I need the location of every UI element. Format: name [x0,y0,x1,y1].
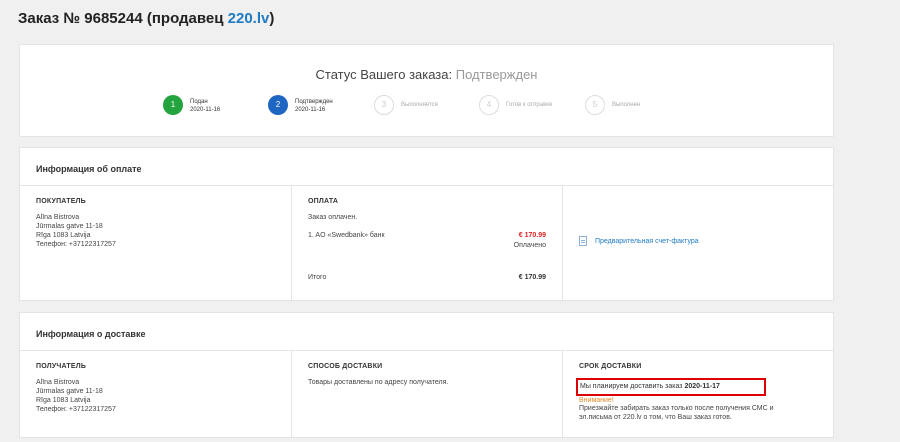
step-number-circle: 5 [585,95,605,115]
proforma-invoice-link[interactable]: Предварительная счет-фактура [579,236,699,246]
total-value: € 170.99 [518,274,546,281]
attention-label: Внимание! [579,397,614,404]
step-name: Выполнен [612,102,641,108]
pickup-note-line2: эл.письма от 220.lv о том, что Ваш заказ… [579,414,732,421]
planned-delivery-text: Мы планируем доставить заказ [580,383,685,390]
delivery-method-text: Товары доставлены по адресу получателя. [308,379,449,386]
delivery-term-column: СРОК ДОСТАВКИ Мы планируем доставить зак… [563,351,833,437]
buyer-city: Rīga 1083 Latvija [36,232,91,239]
planned-delivery-highlight: Мы планируем доставить заказ 2020-11-17 [576,378,766,396]
recipient-street: Jūrmalas gatve 11-18 [36,388,103,395]
invoice-link-text[interactable]: Предварительная счет-фактура [595,238,699,245]
pickup-note-line1: Приезжайте забирать заказ только после п… [579,405,774,412]
recipient-column: ПОЛУЧАТЕЛЬ Alīna Bistrova Jūrmalas gatve… [20,351,292,437]
buyer-name: Alīna Bistrova [36,214,80,221]
page-title: Заказ № 9685244 (продавец 220.lv) [18,10,274,27]
seller-link[interactable]: 220.lv [228,10,270,27]
delivery-method-column: СПОСОБ ДОСТАВКИ Товары доставлены по адр… [292,351,563,437]
payment-total-row: Итого € 170.99 [308,274,546,281]
payment-title: ОПЛАТА [308,198,339,205]
status-label: Статус Вашего заказа: [315,67,456,82]
order-title-text: Заказ № 9685244 (продавец [18,10,228,27]
payment-amount-status: Оплачено [513,242,546,249]
delivery-info-card: Информация о доставке ПОЛУЧАТЕЛЬ Alīna B… [19,312,834,438]
step-number-circle: 4 [479,95,499,115]
recipient-phone: Телефон: +37122317257 [36,406,116,413]
invoice-column: Предварительная счет-фактура [563,186,833,300]
status-value: Подтвержден [455,67,538,82]
step-number-circle: 2 [268,95,288,115]
payment-method: 1. AO «Swedbank» банк [308,232,385,239]
planned-delivery-date: 2020-11-17 [684,383,720,390]
step-name: Готов к отправке [506,102,553,108]
buyer-title: ПОКУПАТЕЛЬ [36,198,86,205]
step-date: 2020-11-16 [295,107,326,113]
recipient-title: ПОЛУЧАТЕЛЬ [36,363,87,370]
payment-status: Заказ оплачен. [308,214,358,221]
delivery-info-header: Информация о доставке [20,313,833,351]
step-name: Подтвержден [295,99,333,105]
step-date: 2020-11-16 [190,107,221,113]
payment-status-row: Оплачено [308,242,546,252]
order-title-suffix: ) [269,10,275,27]
payment-method-row: 1. AO «Swedbank» банк € 170.99 [308,232,546,242]
payment-column: ОПЛАТА Заказ оплачен. 1. AO «Swedbank» б… [292,186,563,300]
document-icon [579,236,587,246]
buyer-column: ПОКУПАТЕЛЬ Alīna Bistrova Jūrmalas gatve… [20,186,292,300]
recipient-city: Rīga 1083 Latvija [36,397,91,404]
total-label: Итого [308,274,327,281]
buyer-street: Jūrmalas gatve 11-18 [36,223,103,230]
step-name: Выполняется [401,102,438,108]
recipient-name: Alīna Bistrova [36,379,80,386]
delivery-term-title: СРОК ДОСТАВКИ [579,363,642,370]
status-title: Статус Вашего заказа: Подтвержден [20,67,833,82]
step-number-circle: 3 [374,95,394,115]
payment-amount: € 170.99 [518,232,546,239]
step-number-circle: 1 [163,95,183,115]
payment-info-header: Информация об оплате [20,148,833,186]
buyer-phone: Телефон: +37122317257 [36,241,116,248]
delivery-method-title: СПОСОБ ДОСТАВКИ [308,363,383,370]
step-name: Подан [190,99,208,105]
payment-info-card: Информация об оплате ПОКУПАТЕЛЬ Alīna Bi… [19,147,834,301]
order-status-card: Статус Вашего заказа: Подтвержден 1 Пода… [19,44,834,137]
